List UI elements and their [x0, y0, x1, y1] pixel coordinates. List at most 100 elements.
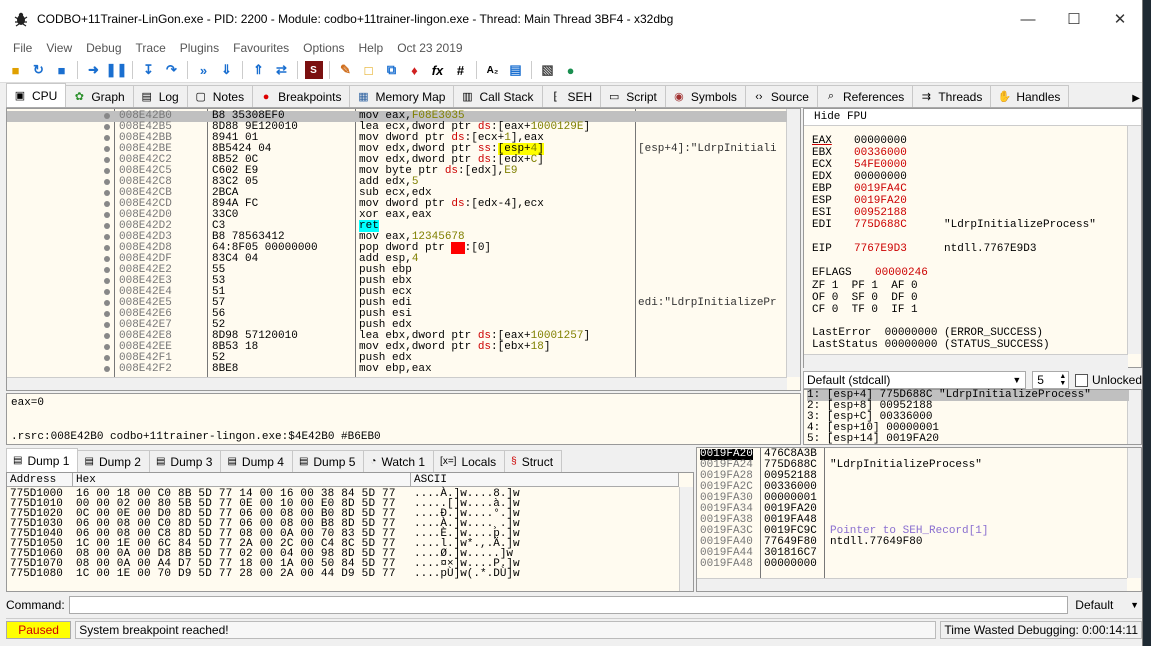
tab-dump-3[interactable]: ▤ Dump 3	[148, 450, 222, 472]
tab-source[interactable]: ‹› Source	[744, 85, 818, 107]
tab-breakpoints[interactable]: ● Breakpoints	[252, 85, 351, 107]
comments-icon[interactable]: □	[360, 61, 378, 79]
close-button[interactable]: ✕	[1097, 0, 1143, 38]
open-icon[interactable]: ■	[7, 61, 25, 79]
function-icon[interactable]: fx	[429, 61, 447, 79]
breakpoint-dot-icon[interactable]	[104, 289, 110, 295]
tab-notes[interactable]: ▢ Notes	[186, 85, 254, 107]
flags-row[interactable]: CF 0 TF 0 IF 1	[812, 304, 918, 316]
command-type-select[interactable]: Default ▼	[1072, 596, 1142, 614]
tab-locals[interactable]: [x=] Locals	[433, 450, 506, 472]
stack-hscroll[interactable]	[697, 578, 1127, 591]
breakpoint-dot-icon[interactable]	[104, 366, 110, 372]
tab-symbols[interactable]: ◉ Symbols	[664, 85, 746, 107]
breakpoint-dot-icon[interactable]	[104, 146, 110, 152]
breakpoint-dot-icon[interactable]	[104, 333, 110, 339]
registers-vscroll[interactable]	[1127, 126, 1141, 354]
register-row[interactable]: EBP 0019FA4C	[812, 183, 944, 195]
run-to-user-code-icon[interactable]: ⇄	[273, 61, 291, 79]
register-row[interactable]: ESP 0019FA20	[812, 195, 944, 207]
tab-memory-map[interactable]: ▦ Memory Map	[349, 85, 455, 107]
tab-call-stack[interactable]: ▥ Call Stack	[453, 85, 543, 107]
breakpoint-dot-icon[interactable]	[104, 300, 110, 306]
minimize-button[interactable]: —	[1005, 0, 1051, 38]
labels-icon[interactable]: ⧉	[383, 61, 401, 79]
stack-row[interactable]: 0019FA24 775D688C "LdrpInitializeProcess"	[697, 460, 1127, 471]
breakpoint-dot-icon[interactable]	[104, 113, 110, 119]
breakpoint-dot-icon[interactable]	[104, 168, 110, 174]
register-row[interactable]: EDI 775D688C "LdrpInitializeProcess"	[812, 219, 1096, 231]
flags-row[interactable]: ZF 1 PF 1 AF 0	[812, 280, 918, 292]
breakpoint-dot-icon[interactable]	[104, 355, 110, 361]
breakpoint-dot-icon[interactable]	[104, 278, 110, 284]
dump-vscroll[interactable]	[679, 487, 693, 591]
disassembly-vscroll[interactable]	[786, 109, 800, 377]
menu-item-5[interactable]: Favourites	[226, 41, 296, 55]
register-row-eip[interactable]: EIP 7767E9D3 ntdll.7767E9D3	[812, 243, 1036, 255]
stack-row[interactable]: 0019FA28 00952188	[697, 471, 1127, 482]
step-over-icon[interactable]: ↷	[163, 61, 181, 79]
command-input[interactable]	[68, 596, 1069, 614]
arg-count-spinner[interactable]: 5 ▲ ▼	[1032, 371, 1070, 389]
hash-icon[interactable]: #	[452, 61, 470, 79]
tab-script[interactable]: ▭ Script	[600, 85, 666, 107]
menu-item-8[interactable]: Oct 23 2019	[390, 41, 469, 55]
breakpoint-dot-icon[interactable]	[104, 234, 110, 240]
breakpoint-dot-icon[interactable]	[104, 245, 110, 251]
breakpoint-dot-icon[interactable]	[104, 344, 110, 350]
strings-icon[interactable]: A₂	[484, 61, 502, 79]
menu-item-0[interactable]: File	[6, 41, 39, 55]
menu-item-7[interactable]: Help	[352, 41, 391, 55]
tab-references[interactable]: ⌕ References	[816, 85, 914, 107]
menu-item-2[interactable]: Debug	[79, 41, 128, 55]
breakpoint-dot-icon[interactable]	[104, 190, 110, 196]
disassembly-view[interactable]: 008E42B0 B8 35308EF0 mov eax,F08E3035 008E4…	[6, 108, 801, 391]
run-icon[interactable]: ➜	[85, 61, 103, 79]
stack-row[interactable]: 0019FA30 00000001	[697, 493, 1127, 504]
stack-argument[interactable]: 5: [esp+14] 0019FA20	[807, 434, 939, 445]
dump-row[interactable]: 775D1080 1C 00 1E 00 70 D9 5D 77 28 00 2A…	[7, 569, 677, 580]
log-file-icon[interactable]: ▤	[507, 61, 525, 79]
scylla-icon[interactable]: S	[304, 61, 323, 79]
restart-icon[interactable]: ↻	[30, 61, 48, 79]
menu-item-3[interactable]: Trace	[129, 41, 173, 55]
menu-item-4[interactable]: Plugins	[173, 41, 226, 55]
breakpoint-dot-icon[interactable]	[104, 267, 110, 273]
trace-over-icon[interactable]: ⇓	[218, 61, 236, 79]
register-row[interactable]: EBX 00336000	[812, 147, 944, 159]
stack-view[interactable]: 0019FA20 476C8A3B 0019FA24 775D688C "LdrpIni…	[696, 447, 1142, 592]
registers-hscroll[interactable]	[804, 354, 1128, 368]
maximize-button[interactable]: ☐	[1051, 0, 1097, 38]
trace-into-icon[interactable]: »	[195, 61, 213, 79]
patch-icon[interactable]: ✎	[337, 61, 355, 79]
register-row[interactable]: ESI 00952188	[812, 207, 944, 219]
disasm-row[interactable]: 008E42F2 8BE8 mov ebp,eax	[7, 364, 787, 375]
globe-icon[interactable]: ●	[562, 61, 580, 79]
breakpoint-dot-icon[interactable]	[104, 157, 110, 163]
stack-vscroll[interactable]	[1127, 448, 1141, 578]
register-row-eflags[interactable]: EFLAGS 00000246	[812, 267, 928, 279]
flags-row[interactable]: OF 0 SF 0 DF 0	[812, 292, 918, 304]
tab-watch-1[interactable]: ◔ Watch 1	[363, 450, 435, 472]
dump-view[interactable]: Address Hex ASCII 775D1000 16 00 18 00 C0…	[6, 472, 694, 592]
breakpoint-dot-icon[interactable]	[104, 124, 110, 130]
tab-seh[interactable]: ⁅ SEH	[541, 85, 602, 107]
register-row[interactable]: ECX 54FE0000	[812, 159, 944, 171]
stack-row[interactable]: 0019FA40 77649F80 ntdll.77649F80	[697, 537, 1127, 548]
stack-row[interactable]: 0019FA48 00000000	[697, 559, 1127, 570]
menu-item-6[interactable]: Options	[296, 41, 351, 55]
calling-convention-select[interactable]: Default (stdcall) ▼	[803, 371, 1027, 389]
breakpoint-dot-icon[interactable]	[104, 135, 110, 141]
breakpoint-dot-icon[interactable]	[104, 311, 110, 317]
disassembly-hscroll[interactable]	[7, 377, 787, 390]
stack-row[interactable]: 0019FA34 0019FA20	[697, 504, 1127, 515]
stop-icon[interactable]: ■	[53, 61, 71, 79]
breakpoint-dot-icon[interactable]	[104, 179, 110, 185]
register-row[interactable]: EDX 00000000	[812, 171, 944, 183]
stack-row[interactable]: 0019FA44 301816C7	[697, 548, 1127, 559]
breakpoint-dot-icon[interactable]	[104, 201, 110, 207]
tab-dump-5[interactable]: ▤ Dump 5	[291, 450, 365, 472]
tab-threads[interactable]: ⇉ Threads	[912, 85, 992, 107]
unlocked-checkbox[interactable]	[1075, 373, 1088, 387]
tabs-scroll-right-icon[interactable]: ▶	[1132, 93, 1140, 104]
